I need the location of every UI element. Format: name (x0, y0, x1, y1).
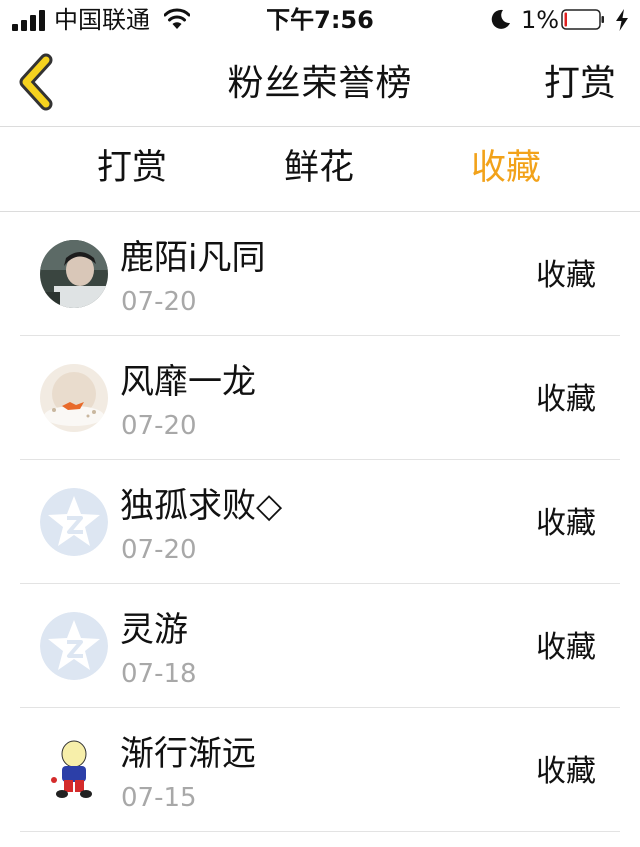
battery-icon (561, 9, 604, 30)
action-label: 收藏 (536, 258, 596, 293)
user-name: 风靡一龙 (120, 362, 256, 402)
list-item[interactable]: 鹿陌i凡同 07-20 收藏 (0, 212, 640, 336)
action-label: 收藏 (536, 382, 596, 417)
moon-icon (491, 9, 510, 29)
user-date: 07-18 (121, 659, 197, 689)
tab-favorites[interactable]: 收藏 (436, 145, 576, 191)
winter-fox-avatar (40, 364, 108, 432)
user-name: 灵游 (120, 610, 188, 650)
user-name: 渐行渐远 (120, 734, 256, 774)
user-name: 独孤求败◇ (120, 486, 283, 526)
status-bar: 中国联通 下午7:56 1% (0, 0, 640, 40)
user-name: 鹿陌i凡同 (120, 238, 266, 278)
user-date: 07-20 (121, 411, 197, 441)
default-star-avatar (40, 612, 108, 680)
tab-bar: 打赏 鲜花 收藏 (0, 127, 640, 212)
action-label: 收藏 (536, 754, 596, 789)
list-item[interactable]: 灵游 07-18 收藏 (0, 584, 640, 708)
action-label: 收藏 (536, 630, 596, 665)
action-label: 收藏 (536, 506, 596, 541)
photo-avatar (40, 240, 108, 308)
list-item[interactable]: 风靡一龙 07-20 收藏 (0, 336, 640, 460)
cartoon-avatar (40, 736, 108, 804)
row-divider (20, 831, 620, 832)
user-date: 07-20 (121, 287, 197, 317)
tab-reward[interactable]: 打赏 (62, 145, 202, 191)
battery-percent: 1% (521, 6, 560, 34)
user-date: 07-20 (121, 535, 197, 565)
list-item[interactable]: 渐行渐远 07-15 收藏 (0, 708, 640, 832)
navigation-bar: 粉丝荣誉榜 打赏 (0, 40, 640, 127)
list-item[interactable]: 独孤求败◇ 07-20 收藏 (0, 460, 640, 584)
tab-flowers[interactable]: 鲜花 (249, 145, 389, 191)
default-star-avatar (40, 488, 108, 556)
user-date: 07-15 (121, 783, 197, 813)
reward-button[interactable]: 打赏 (544, 62, 616, 106)
charging-bolt-icon (616, 9, 628, 31)
fan-list: 鹿陌i凡同 07-20 收藏 风靡一龙 07-20 收藏 独孤求败◇ 07-20… (0, 212, 640, 832)
